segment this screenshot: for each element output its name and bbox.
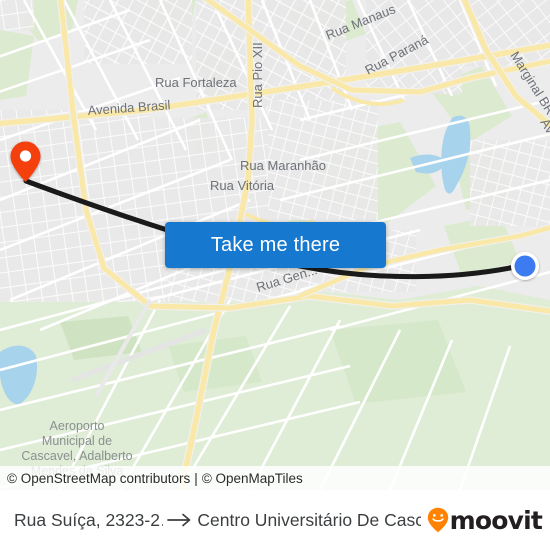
arrow-right-icon [163,513,197,527]
pin-body [10,141,41,182]
moovit-pin-icon [427,507,448,533]
trip-origin-label: Rua Suíça, 2323-2… [14,509,164,530]
trip-summary[interactable]: Rua Suíça, 2323-2… Centro Universitário … [14,510,421,531]
attribution-separator: | [194,470,198,486]
destination-marker-dot[interactable] [509,250,541,282]
street-label: Rua Maranhão [240,158,326,173]
trip-destination-label: Centro Universitário De Casc… [197,509,421,530]
street-label: Rua Fortaleza [155,75,237,90]
moovit-map-screen: Rua Fortaleza Avenida Brasil Rua Pio XII Ru… [0,0,550,550]
map-canvas[interactable]: Rua Fortaleza Avenida Brasil Rua Pio XII Ru… [0,0,550,490]
take-me-there-button[interactable]: Take me there [165,222,386,268]
origin-marker-pin[interactable] [9,140,42,184]
map-attribution: © OpenStreetMap contributors | © OpenMap… [0,466,550,490]
dot-core [514,255,536,277]
trip-footer-bar: Rua Suíça, 2323-2… Centro Universitário … [0,490,550,550]
street-label: Rua Pio XII [250,42,265,108]
moovit-wordmark: moovit [449,505,543,535]
street-label: Rua Vitória [210,178,275,193]
attribution-osm[interactable]: © OpenStreetMap contributors [7,471,190,486]
pin-hole [19,150,32,162]
attribution-openmaptiles[interactable]: © OpenMapTiles [202,471,303,486]
moovit-logo[interactable]: moovit [427,505,543,535]
